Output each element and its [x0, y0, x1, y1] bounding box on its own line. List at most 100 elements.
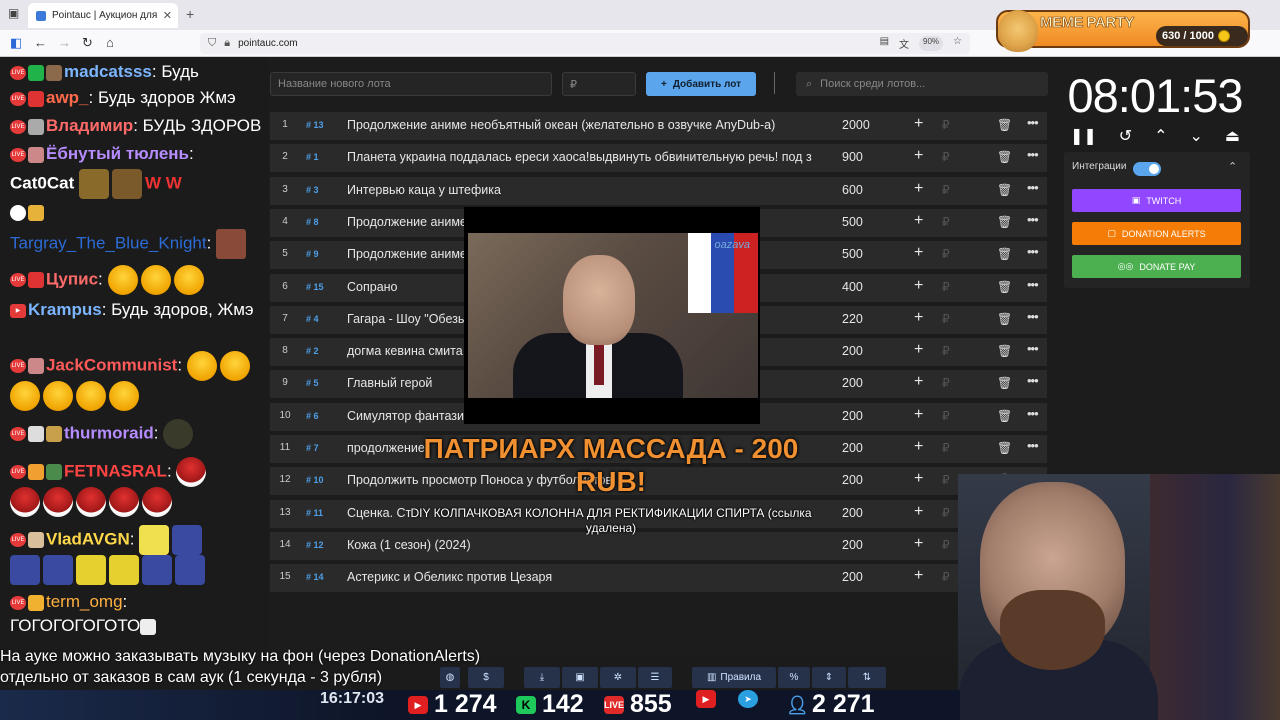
- more-icon[interactable]: •••: [1027, 277, 1039, 292]
- ruble-icon[interactable]: ₽: [942, 441, 950, 455]
- lot-row[interactable]: 3 # 3 Интервью каца у штефика 600 + ₽ 🗑︎ •••: [270, 177, 1047, 205]
- add-amount-icon[interactable]: +: [914, 373, 923, 391]
- lot-amount-input[interactable]: ₽: [562, 72, 636, 96]
- bookmark-star-icon[interactable]: ☆: [953, 36, 962, 51]
- add-amount-icon[interactable]: +: [914, 567, 923, 585]
- save-button[interactable]: ▣: [562, 667, 598, 688]
- more-icon[interactable]: •••: [1027, 341, 1039, 356]
- lot-row[interactable]: 15 # 14 Астерикс и Обеликс против Цезаря 20…: [270, 564, 1047, 592]
- add-amount-icon[interactable]: +: [914, 244, 923, 262]
- donate-button[interactable]: $: [468, 667, 504, 688]
- lot-name[interactable]: Астерикс и Обеликс против Цезаря: [347, 570, 819, 584]
- more-icon[interactable]: •••: [1027, 180, 1039, 195]
- lot-name[interactable]: Продолжение аниме необъятный океан (жела…: [347, 118, 819, 132]
- trash-icon[interactable]: 🗑︎: [997, 118, 1012, 132]
- sidebar-toggle-icon[interactable]: ◧: [10, 35, 22, 51]
- more-icon[interactable]: •••: [1027, 147, 1039, 162]
- ruble-icon[interactable]: ₽: [942, 344, 950, 358]
- trash-icon[interactable]: 🗑︎: [997, 183, 1012, 197]
- shield-icon[interactable]: ⛉: [208, 37, 216, 50]
- trash-icon[interactable]: 🗑︎: [997, 247, 1012, 261]
- donate-pay-button[interactable]: ◎◎ DONATE PAY: [1072, 255, 1241, 278]
- chevron-up-icon[interactable]: ⌃: [1154, 126, 1167, 146]
- add-amount-icon[interactable]: +: [914, 503, 923, 521]
- ruble-icon[interactable]: ₽: [942, 215, 950, 229]
- ruble-icon[interactable]: ₽: [942, 183, 950, 197]
- translate-icon[interactable]: 文: [899, 36, 909, 51]
- trash-icon[interactable]: 🗑︎: [997, 150, 1012, 164]
- more-icon[interactable]: •••: [1027, 406, 1039, 421]
- add-lot-button[interactable]: + Добавить лот: [646, 72, 756, 96]
- home-icon[interactable]: ⌂: [106, 35, 114, 50]
- add-amount-icon[interactable]: +: [914, 470, 923, 488]
- ruble-icon[interactable]: ₽: [942, 570, 950, 584]
- trash-icon[interactable]: 🗑︎: [997, 312, 1012, 326]
- donation-alerts-button[interactable]: ▢ DONATION ALERTS: [1072, 222, 1241, 245]
- lock-icon[interactable]: 🔒︎: [224, 37, 230, 50]
- add-amount-icon[interactable]: +: [914, 309, 923, 327]
- settings-button[interactable]: ✲: [600, 667, 636, 688]
- close-tab-icon[interactable]: ✕: [163, 9, 172, 22]
- more-icon[interactable]: •••: [1027, 373, 1039, 388]
- split-button[interactable]: ⇕: [812, 667, 846, 688]
- trash-icon[interactable]: 🗑︎: [997, 215, 1012, 229]
- add-amount-icon[interactable]: +: [914, 406, 923, 424]
- reload-icon[interactable]: ↻: [82, 35, 93, 51]
- address-bar[interactable]: ⛉ 🔒︎ pointauc.com ▤ 文 90% ☆: [200, 33, 970, 54]
- ruble-icon[interactable]: ₽: [942, 118, 950, 132]
- integrations-toggle[interactable]: [1133, 162, 1161, 176]
- lot-search-input[interactable]: ⌕ Поиск среди лотов...: [796, 72, 1048, 96]
- back-icon[interactable]: ←: [34, 35, 47, 50]
- add-amount-icon[interactable]: +: [914, 180, 923, 198]
- ruble-icon[interactable]: ₽: [942, 376, 950, 390]
- ruble-icon[interactable]: ₽: [942, 247, 950, 261]
- github-button[interactable]: ◍: [440, 667, 460, 688]
- trash-icon[interactable]: 🗑︎: [997, 441, 1012, 455]
- ruble-icon[interactable]: ₽: [942, 150, 950, 164]
- trash-icon[interactable]: 🗑︎: [997, 280, 1012, 294]
- more-icon[interactable]: •••: [1027, 115, 1039, 130]
- percent-button[interactable]: %: [778, 667, 810, 688]
- ruble-icon[interactable]: ₽: [942, 473, 950, 487]
- forward-icon[interactable]: →: [58, 35, 71, 50]
- reset-icon[interactable]: ↺: [1119, 126, 1132, 146]
- lot-name[interactable]: Кожа (1 сезон) (2024): [347, 538, 819, 552]
- ruble-icon[interactable]: ₽: [942, 506, 950, 520]
- download-button[interactable]: ⤓: [524, 667, 560, 688]
- history-button[interactable]: ☰: [638, 667, 672, 688]
- ruble-icon[interactable]: ₽: [942, 280, 950, 294]
- browser-tab[interactable]: Pointauc | Аукцион для стримеров ✕: [28, 3, 178, 28]
- zoom-level[interactable]: 90%: [919, 36, 944, 51]
- add-amount-icon[interactable]: +: [914, 535, 923, 553]
- trash-icon[interactable]: 🗑︎: [997, 376, 1012, 390]
- more-icon[interactable]: •••: [1027, 438, 1039, 453]
- trash-icon[interactable]: 🗑︎: [997, 344, 1012, 358]
- sort-button[interactable]: ⇅: [848, 667, 886, 688]
- pause-icon[interactable]: ❚❚: [1070, 126, 1097, 146]
- add-amount-icon[interactable]: +: [914, 147, 923, 165]
- lot-row[interactable]: 14# 12Кожа (1 сезон) (2024)200+₽🗑︎•••: [270, 532, 1047, 560]
- ruble-icon[interactable]: ₽: [942, 409, 950, 423]
- add-amount-icon[interactable]: +: [914, 341, 923, 359]
- lot-row[interactable]: 2 # 1 Планета украина поддалась ереси хаос…: [270, 144, 1047, 172]
- lot-name[interactable]: Планета украина поддалась ереси хаоса!вы…: [347, 150, 819, 164]
- add-amount-icon[interactable]: +: [914, 115, 923, 133]
- new-lot-input[interactable]: Название нового лота: [270, 72, 552, 96]
- ruble-icon[interactable]: ₽: [942, 538, 950, 552]
- lot-name[interactable]: Интервью каца у штефика: [347, 183, 819, 197]
- twitch-button[interactable]: ▣ TWITCH: [1072, 189, 1241, 212]
- more-icon[interactable]: •••: [1027, 244, 1039, 259]
- eject-icon[interactable]: ⏏: [1225, 126, 1240, 146]
- reader-view-icon[interactable]: ▤: [880, 36, 889, 51]
- new-tab-icon[interactable]: +: [186, 6, 194, 22]
- rules-button[interactable]: ▥ Правила: [692, 667, 776, 688]
- tab-list-icon[interactable]: ▣: [8, 6, 19, 20]
- chevron-down-icon[interactable]: ⌄: [1189, 126, 1202, 146]
- more-icon[interactable]: •••: [1027, 309, 1039, 324]
- trash-icon[interactable]: 🗑︎: [997, 409, 1012, 423]
- add-amount-icon[interactable]: +: [914, 438, 923, 456]
- lot-row[interactable]: 1 # 13 Продолжение аниме необъятный океан …: [270, 112, 1047, 140]
- add-amount-icon[interactable]: +: [914, 277, 923, 295]
- more-icon[interactable]: •••: [1027, 212, 1039, 227]
- collapse-chevron-icon[interactable]: ⌃: [1228, 160, 1237, 173]
